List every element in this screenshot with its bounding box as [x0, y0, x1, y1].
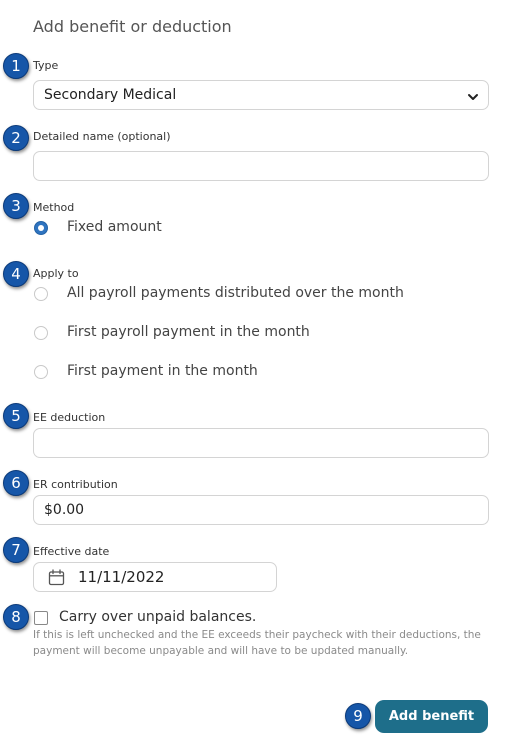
detailed-name-input[interactable] [33, 151, 489, 181]
effective-date-value: 11/11/2022 [78, 568, 165, 586]
step-marker-8: 8 [3, 604, 29, 630]
type-label: Type [33, 59, 59, 72]
carry-over-label[interactable]: Carry over unpaid balances. [59, 609, 256, 625]
apply-to-label: Apply to [33, 267, 79, 280]
apply-to-first-payment-label[interactable]: First payment in the month [67, 363, 258, 379]
apply-to-first-payment-radio[interactable] [34, 365, 48, 379]
calendar-icon[interactable] [48, 569, 65, 586]
carry-over-checkbox[interactable] [34, 611, 48, 625]
carry-over-help-text: If this is left unchecked and the EE exc… [33, 629, 481, 657]
chevron-down-icon [466, 89, 480, 103]
effective-date-label: Effective date [33, 545, 110, 558]
apply-to-first-payroll-radio[interactable] [34, 326, 48, 340]
method-fixed-amount-label[interactable]: Fixed amount [67, 219, 162, 235]
method-fixed-amount-radio[interactable] [34, 221, 48, 235]
step-marker-2: 2 [3, 125, 29, 151]
er-contribution-value: $0.00 [44, 502, 85, 518]
type-select[interactable]: Secondary Medical [33, 80, 489, 110]
add-benefit-button[interactable]: Add benefit [375, 700, 488, 733]
step-marker-3: 3 [3, 193, 29, 219]
step-marker-9: 9 [345, 703, 371, 729]
step-marker-7: 7 [3, 537, 29, 563]
ee-deduction-input[interactable] [33, 428, 489, 458]
ee-deduction-label: EE deduction [33, 411, 106, 424]
er-contribution-input[interactable]: $0.00 [33, 495, 489, 525]
apply-to-first-payroll-label[interactable]: First payroll payment in the month [67, 324, 310, 340]
step-marker-6: 6 [3, 470, 29, 496]
step-marker-4: 4 [3, 261, 29, 287]
apply-to-all-payments-label[interactable]: All payroll payments distributed over th… [67, 285, 404, 301]
detailed-name-label: Detailed name (optional) [33, 130, 171, 143]
step-marker-1: 1 [3, 53, 29, 79]
er-contribution-label: ER contribution [33, 478, 118, 491]
step-marker-5: 5 [3, 403, 29, 429]
method-label: Method [33, 201, 75, 214]
effective-date-input[interactable]: 11/11/2022 [33, 562, 277, 592]
type-select-value: Secondary Medical [44, 87, 177, 103]
dialog-title: Add benefit or deduction [33, 17, 232, 36]
apply-to-all-payments-radio[interactable] [34, 287, 48, 301]
